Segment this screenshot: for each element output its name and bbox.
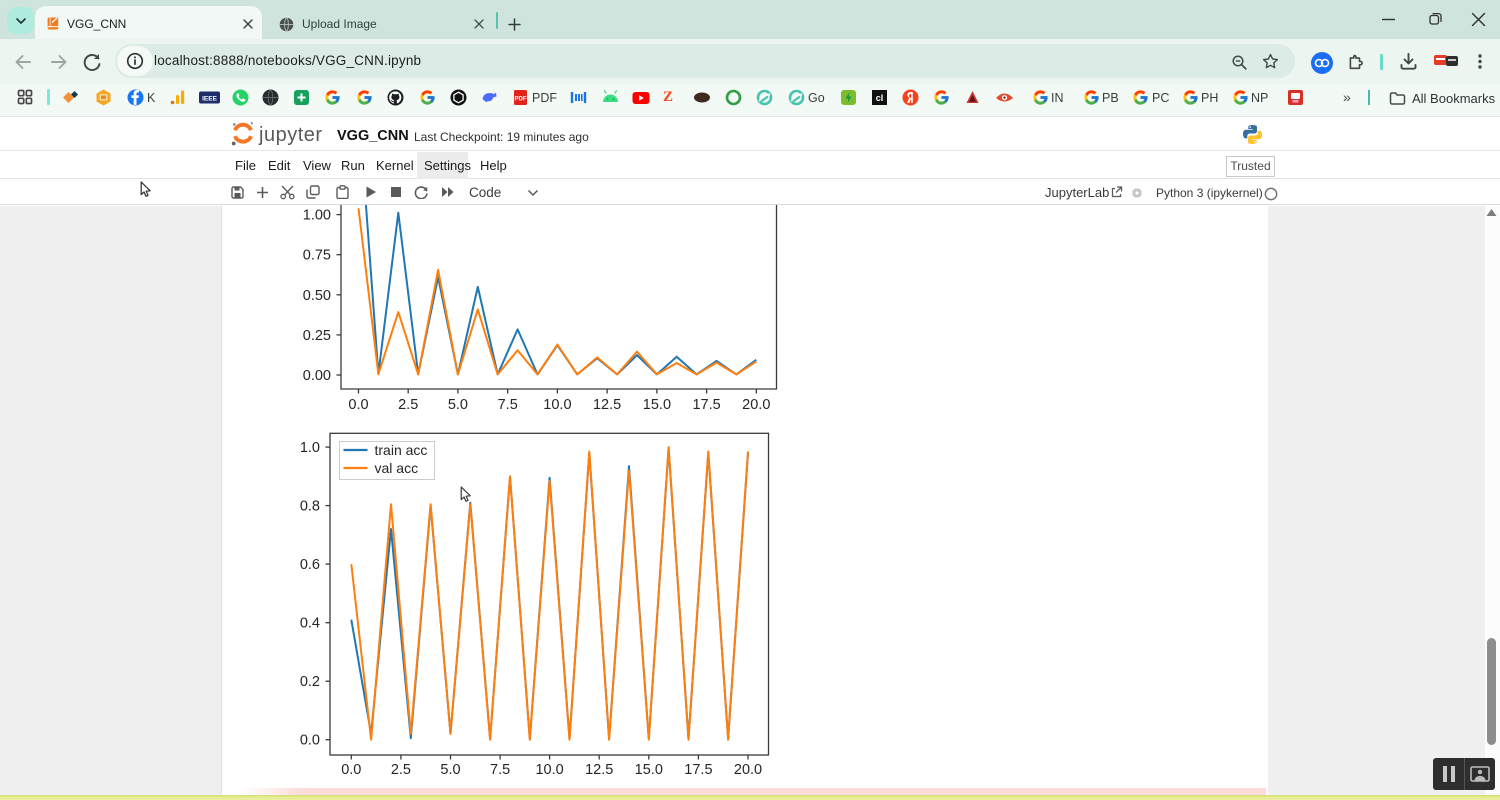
- svg-text:1.0: 1.0: [300, 440, 320, 456]
- svg-text:7.5: 7.5: [498, 397, 518, 413]
- svg-text:0.0: 0.0: [341, 762, 361, 778]
- svg-text:5.0: 5.0: [440, 762, 460, 778]
- svg-text:val acc: val acc: [375, 460, 419, 476]
- svg-text:7.5: 7.5: [490, 762, 510, 778]
- svg-text:15.0: 15.0: [643, 397, 671, 413]
- svg-text:17.5: 17.5: [692, 397, 720, 413]
- svg-text:0.8: 0.8: [300, 499, 320, 515]
- svg-text:10.0: 10.0: [543, 397, 571, 413]
- svg-text:2.5: 2.5: [391, 762, 411, 778]
- svg-text:train acc: train acc: [375, 442, 428, 458]
- svg-text:2.5: 2.5: [398, 397, 418, 413]
- svg-text:1.00: 1.00: [303, 208, 331, 224]
- svg-text:20.0: 20.0: [742, 397, 770, 413]
- svg-text:0.6: 0.6: [300, 557, 320, 573]
- svg-text:5.0: 5.0: [448, 397, 468, 413]
- svg-text:0.4: 0.4: [300, 616, 320, 632]
- svg-text:0.75: 0.75: [303, 248, 331, 264]
- svg-text:12.5: 12.5: [593, 397, 621, 413]
- svg-text:10.0: 10.0: [535, 762, 563, 778]
- svg-text:0.50: 0.50: [303, 288, 331, 304]
- svg-text:15.0: 15.0: [635, 762, 663, 778]
- svg-text:0.00: 0.00: [303, 368, 331, 384]
- svg-text:20.0: 20.0: [734, 762, 762, 778]
- svg-text:0.2: 0.2: [300, 674, 320, 690]
- svg-text:12.5: 12.5: [585, 762, 613, 778]
- svg-text:17.5: 17.5: [684, 762, 712, 778]
- svg-text:0.25: 0.25: [303, 328, 331, 344]
- svg-text:0.0: 0.0: [348, 397, 368, 413]
- svg-text:0.0: 0.0: [300, 733, 320, 749]
